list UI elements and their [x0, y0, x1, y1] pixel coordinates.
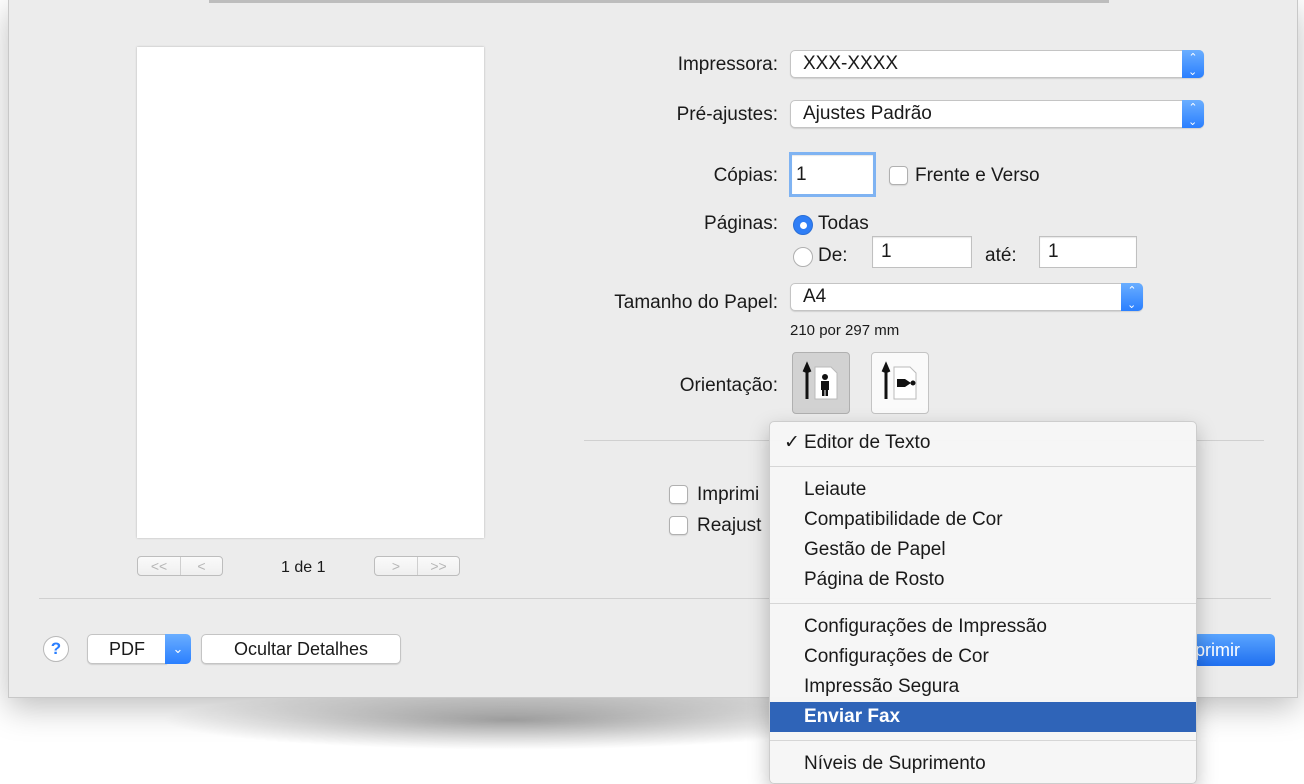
duplex-checkbox[interactable] [889, 166, 908, 185]
option1-checkbox[interactable] [669, 485, 688, 504]
printer-value: XXX-XXXX [803, 53, 899, 74]
copies-input[interactable]: 1 [789, 152, 876, 197]
option2-checkbox[interactable] [669, 516, 688, 535]
pages-to-label: até: [985, 245, 1017, 266]
paper-size-value: A4 [803, 286, 827, 307]
last-page-button[interactable]: >> [417, 557, 459, 575]
menu-item-gestao-de-papel[interactable]: Gestão de Papel [770, 535, 1196, 565]
checkmark-icon: ✓ [784, 432, 800, 453]
pages-label: Páginas: [704, 213, 778, 234]
menu-item-pagina-de-rosto[interactable]: Página de Rosto [770, 565, 1196, 595]
updown-arrows-icon: ⌃ ⌃ [1182, 100, 1204, 128]
orientation-label: Orientação: [679, 375, 778, 396]
page-preview [137, 47, 484, 538]
menu-item-niveis-de-suprimento[interactable]: Níveis de Suprimento [770, 749, 1196, 779]
pager-forward-group: > >> [374, 556, 460, 576]
portrait-orientation-button[interactable] [792, 352, 850, 414]
menu-item-enviar-fax[interactable]: Enviar Fax [770, 702, 1196, 732]
pages-from-input[interactable]: 1 [872, 236, 972, 268]
options-popup-menu: ✓ Editor de Texto Leiaute Compatibilidad… [769, 421, 1197, 784]
option2-label: Reajust [697, 515, 762, 536]
menu-separator [770, 466, 1196, 467]
paper-size-label: Tamanho do Papel: [614, 292, 778, 313]
duplex-label: Frente e Verso [915, 165, 1040, 186]
menu-item-leiaute[interactable]: Leiaute [770, 475, 1196, 505]
previous-page-button[interactable]: < [180, 557, 222, 575]
page-indicator: 1 de 1 [281, 559, 326, 576]
landscape-orientation-icon [881, 361, 917, 400]
menu-item-configuracoes-de-cor[interactable]: Configurações de Cor [770, 642, 1196, 672]
menu-separator [770, 603, 1196, 604]
printer-popup[interactable]: XXX-XXXX ⌃ ⌃ [790, 50, 1204, 78]
paper-size-dimensions: 210 por 297 mm [790, 322, 900, 339]
dialog-shadow [160, 690, 860, 750]
copies-label: Cópias: [713, 165, 778, 186]
updown-arrows-icon: ⌃ ⌃ [1182, 50, 1204, 78]
paper-size-popup[interactable]: A4 ⌃ ⌃ [790, 283, 1143, 311]
menu-item-editor-de-texto[interactable]: ✓ Editor de Texto [770, 428, 1196, 458]
next-page-button[interactable]: > [375, 557, 417, 575]
pages-all-radio[interactable] [793, 215, 813, 235]
option1-label: Imprimi [697, 484, 760, 505]
pdf-button[interactable]: PDF [87, 634, 167, 664]
landscape-orientation-button[interactable] [871, 352, 929, 414]
hide-details-button[interactable]: Ocultar Detalhes [201, 634, 401, 664]
pager-back-group: << < [137, 556, 223, 576]
first-page-button[interactable]: << [138, 557, 180, 575]
pages-from-label: De: [818, 245, 848, 266]
portrait-orientation-icon [802, 361, 838, 400]
dialog-top-edge [209, 0, 1109, 3]
pages-to-input[interactable]: 1 [1039, 236, 1137, 268]
chevron-down-icon: ⌄ [172, 641, 184, 656]
pages-range-radio[interactable] [793, 247, 813, 267]
print-button[interactable]: primir [1193, 634, 1275, 666]
menu-item-configuracoes-de-impressao[interactable]: Configurações de Impressão [770, 612, 1196, 642]
presets-label: Pré-ajustes: [676, 104, 778, 125]
help-button[interactable]: ? [43, 636, 69, 662]
menu-item-impressao-segura[interactable]: Impressão Segura [770, 672, 1196, 702]
presets-popup[interactable]: Ajustes Padrão ⌃ ⌃ [790, 100, 1204, 128]
pages-all-label: Todas [818, 213, 869, 234]
pdf-menu-button[interactable]: ⌄ [165, 634, 191, 664]
menu-separator [770, 740, 1196, 741]
printer-label: Impressora: [677, 54, 778, 75]
presets-value: Ajustes Padrão [803, 103, 932, 124]
menu-item-compatibilidade-de-cor[interactable]: Compatibilidade de Cor [770, 505, 1196, 535]
updown-arrows-icon: ⌃ ⌃ [1121, 283, 1143, 311]
